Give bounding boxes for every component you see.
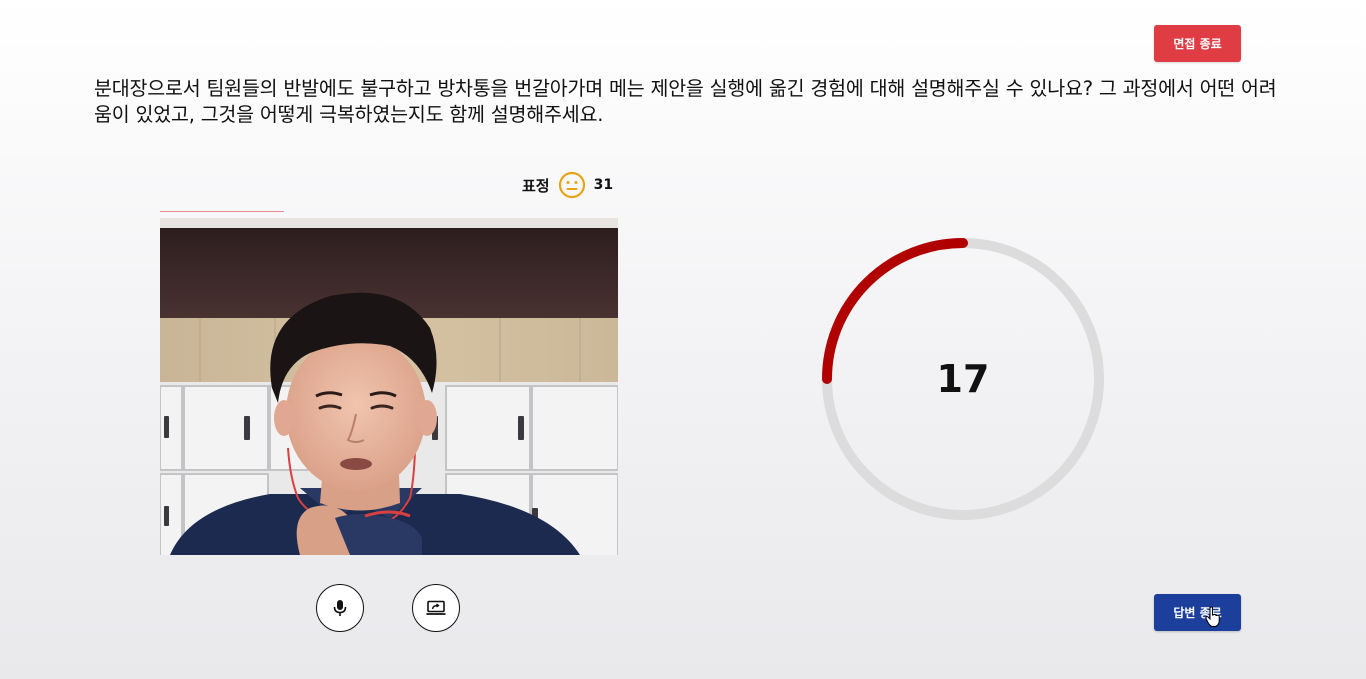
webcam-video	[160, 218, 618, 555]
end-interview-button[interactable]: 면접 종료	[1154, 25, 1241, 62]
expression-label: 표정	[522, 176, 550, 195]
expression-indicator: 표정 31	[522, 171, 613, 199]
answer-timer: 17	[816, 232, 1110, 526]
screen-share-button[interactable]	[412, 584, 460, 632]
expression-count: 31	[593, 177, 614, 193]
microphone-button[interactable]	[316, 584, 364, 632]
neutral-face-icon	[558, 171, 585, 199]
screen-share-icon	[426, 600, 446, 615]
webcam-frame-image	[160, 218, 618, 555]
end-answer-button[interactable]: 답변 종료	[1154, 594, 1241, 631]
recording-progress-bar	[160, 211, 284, 212]
microphone-icon	[333, 600, 347, 616]
interview-question: 분대장으로서 팀원들의 반발에도 불구하고 방차통을 번갈아가며 메는 제안을 …	[94, 77, 1277, 126]
timer-value: 17	[936, 357, 990, 401]
